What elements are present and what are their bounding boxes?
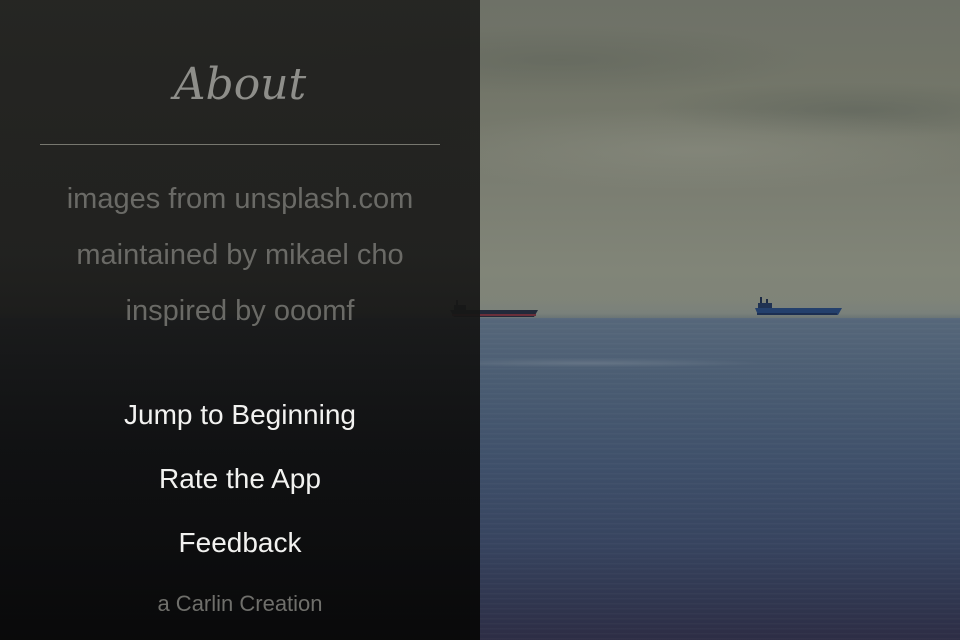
credit-images-source: images from unsplash.com bbox=[66, 183, 414, 215]
rate-the-app-button[interactable]: Rate the App bbox=[90, 461, 390, 497]
about-panel: About images from unsplash.com maintaine… bbox=[0, 0, 480, 640]
page-title: About bbox=[173, 59, 307, 110]
credit-inspiration: inspired by ooomf bbox=[125, 295, 355, 327]
signature-text: a Carlin Creation bbox=[157, 591, 323, 616]
credit-maintainer: maintained by mikael cho bbox=[76, 239, 404, 271]
jump-to-beginning-button[interactable]: Jump to Beginning bbox=[90, 397, 390, 433]
cargo-ship-right bbox=[754, 295, 844, 319]
title-divider bbox=[40, 144, 440, 145]
feedback-button[interactable]: Feedback bbox=[90, 525, 390, 561]
